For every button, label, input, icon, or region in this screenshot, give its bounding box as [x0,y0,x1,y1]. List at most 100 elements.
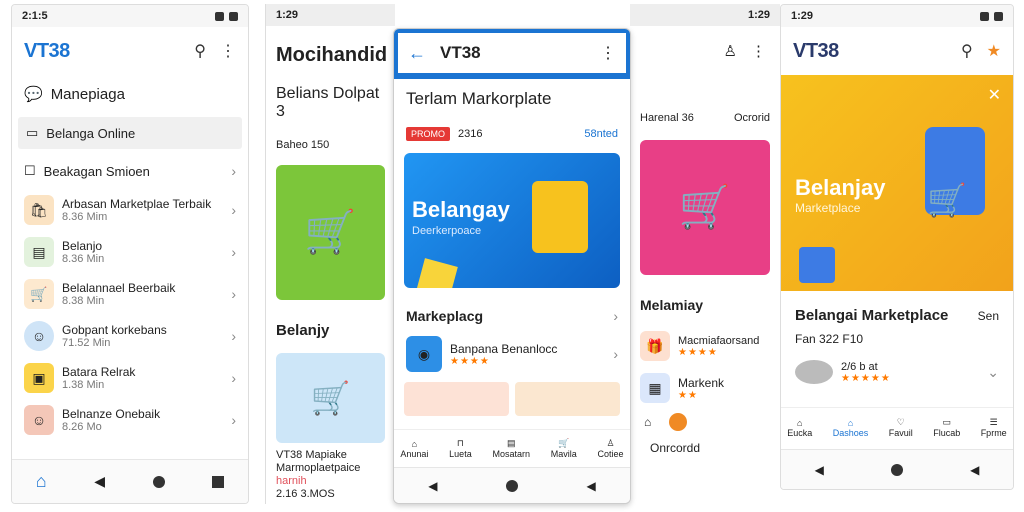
status-time: 1:29 [747,9,770,21]
tab-messages[interactable]: ▭ Flucab [933,417,960,438]
list-item[interactable]: ☺ Belnanze Onebaik 8.26 Mo › [24,399,236,441]
promo-row: PROMO 2316 58nted [394,109,630,141]
list-item-sub: 8.38 Min [62,295,105,307]
list-item[interactable]: 🛒 Belalannael Beerbaik 8.38 Min › [24,273,236,315]
rating-row[interactable]: 2/6 b at ★★★★★ ⌄ [781,346,1013,384]
section-title: Belanjy [276,322,330,339]
avatar: ☺ [24,321,54,351]
page-subtitle: Belians Dolpat 3 [276,85,380,120]
recents-icon[interactable] [212,475,225,488]
tab-home[interactable]: ⌂ Eucka [787,418,812,438]
home-button-icon[interactable] [505,479,518,492]
product-thumbnail-icon: ◉ [406,336,442,372]
profile-icon[interactable]: ♙ [724,42,737,60]
back-icon[interactable]: ◀ [428,479,437,493]
menu-item-active[interactable]: ▭ Belanga Online [18,117,242,149]
list-item[interactable]: 🎁 Macmiafaorsand ★★★★ [630,313,780,361]
star-icon[interactable]: ★ [987,41,1001,61]
tab-dashboard[interactable]: ⌂ Dashoes [833,418,869,438]
label-secondary: Ocrorid [733,112,770,124]
list-item[interactable]: ▤ Belanjo 8.36 Min › [24,231,236,273]
chat-icon: 💬 [24,86,43,103]
list-item[interactable]: 🛍 Arbasan Marketplae Terbaik 8.36 Mim › [24,189,236,231]
status-time: 2:1:5 [22,10,48,22]
recents-icon[interactable]: ◀ [586,479,595,493]
list-item[interactable]: ▣ Batara Relrak 1.38 Min › [24,357,236,399]
hero-banner[interactable]: Belangay Deerkerpoace [404,153,620,288]
list-item[interactable]: ◉ Banpana Benanlocc ★★★★ › [394,324,630,372]
more-icon[interactable]: ⋮ [600,43,616,63]
tab-bar: ⌂ Eucka ⌂ Dashoes ♡ Favuil ▭ Flucab ☰ Fprme [781,407,1013,447]
menu-icon: ☰ [989,417,998,427]
footer-link[interactable]: harnih [276,475,385,488]
tab-favorites[interactable]: ♡ Favuil [889,417,913,438]
page-title: Mocihandid [276,44,388,66]
section-row[interactable]: Markeplacg › [394,288,630,324]
status-bar: 1:29 [266,4,395,26]
promo-card-pink[interactable]: 🛒 [640,140,770,275]
battery-icon [229,11,238,21]
list-item-sub: 8.36 Mim [62,211,108,223]
label-primary: Harenal 36 [640,112,694,124]
document-icon: ▤ [506,438,516,448]
close-icon[interactable]: ✕ [988,85,1001,105]
hero-banner[interactable]: ✕ Belanjay Marketplace 🛒 [781,75,1013,291]
app-bar: VT38 ⚲ ⋮ [12,27,248,75]
tab-lock[interactable]: ⊓ Lueta [449,438,472,459]
footer-label: Onrcordd [650,441,701,455]
shopping-bag-icon [532,181,588,253]
back-arrow-icon[interactable]: ← [408,43,426,64]
tab-profile[interactable]: ♙ Cotiee [598,438,624,459]
gift-box-icon [416,258,458,288]
menu-title: Manepiaga [50,85,125,103]
search-icon[interactable]: ⚲ [961,41,973,61]
home-icon[interactable]: ⌂ [36,471,47,492]
package-icon: ▦ [640,373,670,403]
promo-card-blue[interactable]: 🛒 [276,353,385,443]
home-icon: ⌂ [797,417,803,428]
tab-menu[interactable]: ☰ Fprme [981,417,1007,438]
product-cards [394,372,630,416]
back-icon[interactable]: ◀ [815,463,824,477]
checkbox-icon: ☐ [24,163,36,178]
back-icon[interactable]: ◀ [94,473,105,490]
home-button-icon[interactable] [152,475,165,488]
more-icon[interactable]: ⋮ [220,41,236,61]
footer-row: ⌂ [630,403,780,431]
cart-icon: 🛒 [678,183,732,230]
chevron-right-icon: › [231,370,236,386]
recents-icon[interactable]: ◀ [970,463,979,477]
item-thumbnail-icon: ▣ [24,363,54,393]
page-heading: Terlam Markorplate [406,89,552,108]
app-logo: VT38 [793,39,839,62]
list-item-sub: 1.38 Min [62,379,105,391]
status-time: 1:29 [276,9,299,21]
hero-title: Belangay [412,197,510,222]
badge-icon[interactable] [669,413,688,431]
app-title: VT38 [440,43,481,62]
list-item-sub: 71.52 Min [62,337,111,349]
chevron-right-icon: › [231,412,236,428]
list-item[interactable]: ▦ Markenk ★★ [630,361,780,403]
tab-docs[interactable]: ▤ Mosatarn [492,438,530,459]
product-card[interactable] [404,382,509,416]
product-card[interactable] [515,382,620,416]
list-item[interactable]: ☺ Gobpant korkebans 71.52 Min › [24,315,236,357]
home-button-icon[interactable] [890,463,903,476]
search-icon[interactable]: ⚲ [194,41,206,61]
home-icon[interactable]: ⌂ [644,415,651,429]
chevron-right-icon: › [231,244,236,260]
chevron-right-icon: › [231,202,236,218]
chevron-right-icon: › [613,346,618,362]
tab-cart[interactable]: 🛒 Mavila [551,438,577,459]
rating-stars: ★★★★ [678,346,718,358]
label-row: Harenal 36 Ocrorid [630,60,780,124]
tab-home[interactable]: ⌂ Anunai [400,439,428,459]
menu-header[interactable]: 💬 Manepiaga [12,75,248,113]
price-text: Fan 322 F10 [795,332,864,346]
promo-card-green[interactable]: 🛒 [276,165,385,300]
section-row[interactable]: ☐ Beakagan Smioen › [12,153,248,189]
more-icon[interactable]: ⋮ [751,42,766,60]
promo-link[interactable]: 58nted [584,128,618,140]
app-logo: VT38 [24,39,70,62]
